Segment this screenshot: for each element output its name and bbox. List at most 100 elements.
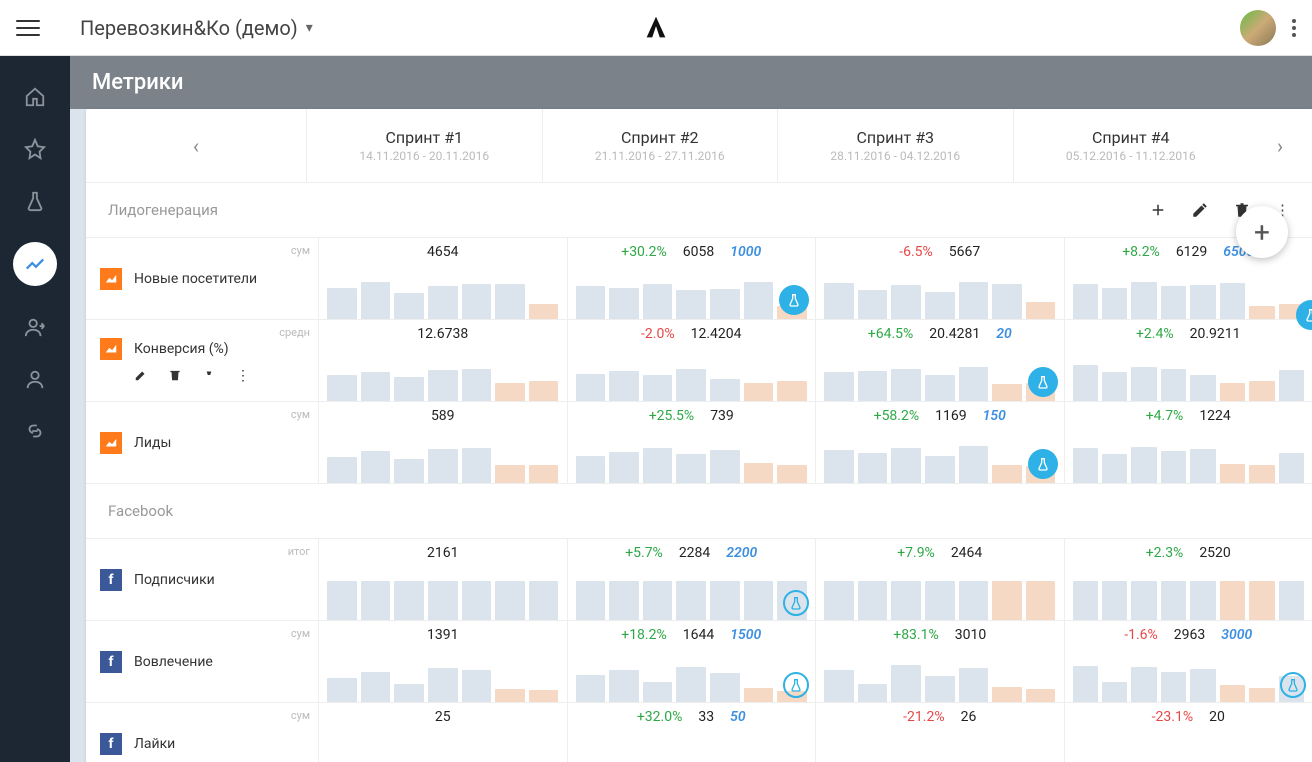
metric-cell: -23.1%20	[1064, 703, 1312, 762]
target-value: 2200	[726, 545, 757, 561]
person-icon[interactable]	[24, 368, 46, 390]
workspace-dropdown[interactable]: Перевозкин&Ко (демо) ▾	[80, 16, 313, 40]
metric-value: 2284	[679, 545, 710, 561]
row-label: сум Новые посетители	[86, 238, 318, 319]
metric-row: средн Конверсия (%) ⋮ 12.6738-2.0%12.420…	[86, 320, 1312, 402]
analytics-icon	[100, 268, 122, 290]
group-header: Лидогенерация ⋮	[86, 183, 1312, 238]
metric-value: 2464	[951, 545, 982, 561]
facebook-icon: f	[100, 651, 122, 673]
delta-value: +8.2%	[1122, 244, 1160, 260]
link-icon[interactable]	[24, 420, 46, 442]
pin-icon[interactable]	[202, 368, 216, 384]
metric-cell: +4.7% 1224	[1064, 402, 1312, 483]
row-more-icon[interactable]: ⋮	[236, 368, 250, 384]
experiment-icon[interactable]	[783, 590, 809, 616]
sprint-dates: 21.11.2016 - 27.11.2016	[595, 149, 725, 163]
sprint-prev[interactable]: ‹	[86, 109, 306, 182]
sprint-column[interactable]: Спринт #4 05.12.2016 - 11.12.2016	[1013, 109, 1249, 182]
metric-value: 3010	[955, 627, 986, 643]
sprint-title: Спринт #2	[621, 128, 699, 147]
metric-cell: +25.5%739	[567, 402, 816, 483]
aggregation-label: итог	[288, 545, 310, 558]
more-icon[interactable]	[1292, 19, 1296, 37]
sprint-header: ‹ Спринт #1 14.11.2016 - 20.11.2016 Спри…	[86, 109, 1312, 183]
metric-cell: 4654	[318, 238, 567, 319]
team-icon[interactable]	[24, 316, 46, 338]
delta-value: -1.6%	[1124, 627, 1158, 643]
metric-value: 1644	[683, 627, 714, 643]
metric-value: 1169	[935, 408, 966, 424]
aggregation-label: средн	[279, 326, 310, 339]
metric-row: сум f Лайки 25+32.0%3350-21.2%26-23.1%20	[86, 703, 1312, 762]
add-fab[interactable]: +	[1236, 206, 1288, 258]
delta-value: +5.7%	[625, 545, 663, 561]
experiment-icon[interactable]	[1280, 672, 1306, 698]
target-value: 150	[983, 408, 1006, 424]
sprint-dates: 28.11.2016 - 04.12.2016	[830, 149, 960, 163]
metric-name: Новые посетители	[134, 271, 257, 287]
aggregation-label: сум	[291, 244, 310, 257]
delta-value: -6.5%	[899, 244, 933, 260]
sprint-column[interactable]: Спринт #1 14.11.2016 - 20.11.2016	[306, 109, 542, 182]
avatar[interactable]	[1240, 10, 1276, 46]
metric-cell: +5.7% 2284 2200	[567, 539, 816, 620]
row-label: сум f Вовлечение	[86, 621, 318, 702]
metric-value: 1224	[1199, 408, 1230, 424]
sidenav	[0, 56, 70, 762]
metric-cell: -21.2%26	[815, 703, 1064, 762]
metric-value: 12.4204	[691, 326, 742, 342]
delete-icon[interactable]	[168, 368, 182, 384]
delta-value: +7.9%	[897, 545, 935, 561]
metric-name: Лиды	[134, 435, 171, 451]
delta-value: +4.7%	[1146, 408, 1184, 424]
row-label: итог f Подписчики	[86, 539, 318, 620]
sprint-next[interactable]: ›	[1248, 109, 1312, 182]
edit-icon[interactable]	[134, 368, 148, 384]
star-icon[interactable]	[24, 138, 46, 160]
row-label: сум f Лайки	[86, 703, 318, 762]
metric-value: 739	[710, 408, 734, 424]
experiment-icon[interactable]	[1028, 449, 1058, 479]
home-icon[interactable]	[24, 86, 46, 108]
metric-row: сум f Вовлечение 1391+18.2%16441500+83.1…	[86, 621, 1312, 703]
aggregation-label: сум	[291, 627, 310, 640]
add-metric-icon[interactable]	[1149, 201, 1167, 219]
group-name: Facebook	[108, 502, 173, 520]
flask-icon[interactable]	[24, 190, 46, 212]
delta-value: +32.0%	[637, 709, 683, 725]
delta-value: +30.2%	[621, 244, 667, 260]
chevron-down-icon: ▾	[306, 20, 313, 36]
group-header: Facebook	[86, 484, 1312, 539]
metric-value: 589	[431, 408, 455, 424]
sprint-title: Спринт #3	[856, 128, 934, 147]
metric-cell: -1.6%29633000	[1064, 621, 1312, 702]
metric-name: Подписчики	[134, 572, 215, 588]
metric-cell: +7.9% 2464	[815, 539, 1064, 620]
delta-value: +58.2%	[874, 408, 920, 424]
topbar: Перевозкин&Ко (демо) ▾	[0, 0, 1312, 56]
sprint-column[interactable]: Спринт #3 28.11.2016 - 04.12.2016	[777, 109, 1013, 182]
metric-cell: -6.5%5667	[815, 238, 1064, 319]
metric-value: 20.4281	[929, 326, 980, 342]
metric-cell: +64.5%20.428120	[815, 320, 1064, 401]
delta-value: -21.2%	[903, 709, 944, 725]
delta-value: +2.3%	[1146, 545, 1184, 561]
metric-cell: +30.2%60581000	[567, 238, 816, 319]
experiment-icon[interactable]	[1028, 367, 1058, 397]
row-label: сум Лиды	[86, 402, 318, 483]
metric-cell: +2.3%2520	[1064, 539, 1312, 620]
edit-icon[interactable]	[1191, 201, 1209, 219]
aggregation-label: сум	[291, 709, 310, 722]
metric-cell: 25	[318, 703, 567, 762]
metric-value: 20.9211	[1190, 326, 1241, 342]
experiment-icon[interactable]	[783, 672, 809, 698]
metrics-icon[interactable]	[13, 242, 57, 286]
metric-value: 4654	[427, 244, 458, 260]
experiment-icon[interactable]	[779, 285, 809, 315]
metric-value: 6058	[683, 244, 714, 260]
sprint-column[interactable]: Спринт #2 21.11.2016 - 27.11.2016	[542, 109, 778, 182]
content-area: Метрики ‹ Спринт #1 14.11.2016 - 20.11.2…	[70, 56, 1312, 762]
menu-icon[interactable]	[16, 16, 40, 40]
metric-value: 1391	[427, 627, 458, 643]
